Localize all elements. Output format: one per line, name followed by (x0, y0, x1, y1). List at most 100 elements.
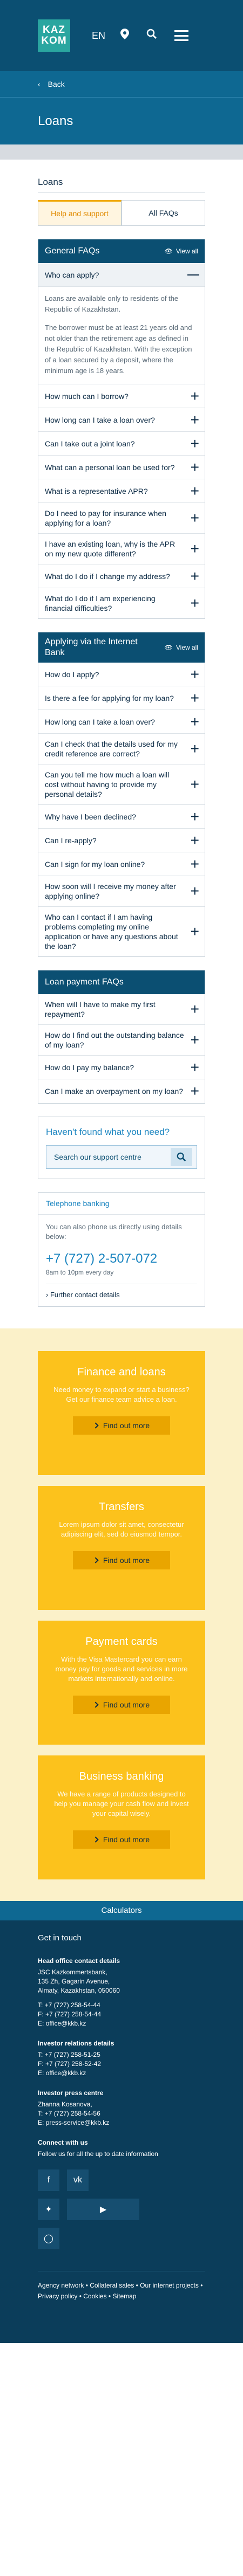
plus-icon[interactable]: + (191, 1084, 199, 1099)
further-contact-link[interactable]: › Further contact details (46, 1284, 197, 1299)
faq-question: Who can apply? (45, 270, 99, 279)
faq-question: How soon will I receive my money after a… (45, 882, 176, 900)
plus-icon[interactable]: + (191, 1059, 199, 1075)
tab-help-support[interactable]: Help and support (38, 200, 122, 226)
plus-icon[interactable]: + (191, 1002, 199, 1017)
faq-item[interactable]: When will I have to make my first repaym… (38, 994, 205, 1025)
faq-item[interactable]: I have an existing loan, why is the APR … (38, 534, 205, 564)
footer-line: Almaty, Kazakhstan, 050060 (38, 1987, 120, 1994)
language-switch[interactable]: EN (92, 30, 105, 42)
instagram-icon[interactable]: ◯ (38, 2228, 59, 2249)
search-support-button[interactable]: Search our support centre (46, 1145, 197, 1169)
plus-icon[interactable]: + (191, 777, 199, 792)
plus-icon[interactable]: + (191, 884, 199, 899)
plus-icon[interactable]: + (191, 388, 199, 403)
faq-item[interactable]: Is there a fee for applying for my loan?… (38, 686, 205, 710)
plus-icon[interactable]: + (191, 436, 199, 451)
footer-line[interactable]: T: +7 (727) 258-51-25 (38, 2050, 205, 2060)
plus-icon[interactable]: + (191, 690, 199, 705)
faq-item[interactable]: Can you tell me how much a loan will cos… (38, 764, 205, 805)
footer-line[interactable]: E: office@kkb.kz (38, 2069, 205, 2078)
plus-icon[interactable]: + (191, 809, 199, 824)
faq-question: How do I pay my balance? (45, 1063, 134, 1072)
plus-icon[interactable]: + (191, 412, 199, 427)
faq-item[interactable]: Can I take out a joint loan? + (38, 432, 205, 456)
view-all-link[interactable]: 👁 View all (165, 247, 198, 255)
plus-icon[interactable]: + (191, 856, 199, 871)
find-out-more-label: Find out more (103, 1556, 150, 1565)
faq-item[interactable]: How long can I take a loan over? + (38, 408, 205, 432)
vk-icon[interactable]: vk (67, 2169, 89, 2191)
plus-icon[interactable]: + (191, 714, 199, 729)
faq-item[interactable]: What is a representative APR? + (38, 479, 205, 503)
footer-line: F: +7 (727) 258-54-44 (38, 2010, 102, 2018)
plus-icon[interactable]: + (191, 596, 199, 611)
general-faq-panel: General FAQs 👁 View all Who can apply? L… (38, 239, 205, 619)
faq-item[interactable]: What do I do if I am experiencing financ… (38, 588, 205, 618)
location-icon[interactable] (117, 29, 132, 43)
faq-question: Can I make an overpayment on my loan? (45, 1087, 184, 1096)
search-icon[interactable] (171, 1148, 192, 1166)
footer-links[interactable]: Agency network • Collateral sales • Our … (38, 2271, 205, 2302)
search-icon[interactable] (144, 29, 159, 43)
faq-item[interactable]: Do I need to pay for insurance when appl… (38, 503, 205, 534)
internet-bank-faq-header: Applying via the Internet Bank 👁 View al… (38, 632, 205, 663)
faq-item[interactable]: What do I do if I change my address? + (38, 564, 205, 588)
faq-item-open[interactable]: Who can apply? (38, 263, 205, 287)
faq-item[interactable]: Why have I been declined? + (38, 805, 205, 829)
view-all-link[interactable]: 👁 View all (165, 644, 198, 651)
footer-line[interactable]: E: office@kkb.kz (38, 2019, 205, 2028)
faq-item[interactable]: What can a personal loan be used for? + (38, 456, 205, 479)
telephone-note: You can also phone us directly using det… (46, 1223, 182, 1241)
faq-item[interactable]: Who can I contact if I am having problem… (38, 907, 205, 956)
footer-line[interactable]: E: press-service@kkb.kz (38, 2118, 205, 2127)
internet-bank-faq-panel: Applying via the Internet Bank 👁 View al… (38, 632, 205, 957)
menu-icon[interactable] (174, 30, 189, 41)
back-link[interactable]: Back (48, 80, 65, 88)
calculators-bar[interactable]: Calculators (0, 1901, 243, 1920)
plus-icon[interactable]: + (191, 741, 199, 756)
minus-icon[interactable] (187, 274, 199, 275)
plus-icon[interactable]: + (191, 924, 199, 939)
faq-item[interactable]: How soon will I receive my money after a… (38, 876, 205, 907)
find-out-more-label: Find out more (103, 1700, 150, 1709)
find-out-more-button[interactable]: Find out more (73, 1830, 170, 1849)
find-out-more-button[interactable]: Find out more (73, 1416, 170, 1435)
faq-item[interactable]: Can I make an overpayment on my loan? + (38, 1079, 205, 1103)
plus-icon[interactable]: + (191, 666, 199, 681)
youtube-icon[interactable]: ▶ (67, 2199, 139, 2220)
internet-bank-faq-title: Applying via the Internet Bank (45, 637, 138, 657)
faq-tabs: Help and support All FAQs (38, 200, 205, 226)
faq-item[interactable]: Can I check that the details used for my… (38, 734, 205, 764)
faq-question: How much can I borrow? (45, 391, 129, 401)
further-contact-label: Further contact details (50, 1291, 120, 1299)
plus-icon[interactable]: + (191, 483, 199, 498)
phone-number[interactable]: +7 (727) 2-507-072 (46, 1251, 197, 1266)
footer-line[interactable]: T: +7 (727) 258-54-44 (38, 2001, 205, 2010)
find-out-more-button[interactable]: Find out more (73, 1551, 170, 1569)
plus-icon[interactable]: + (191, 832, 199, 848)
find-out-more-label: Find out more (103, 1835, 150, 1844)
faq-item[interactable]: How do I find out the outstanding balanc… (38, 1025, 205, 1056)
plus-icon[interactable]: + (191, 459, 199, 474)
plus-icon[interactable]: + (191, 1032, 199, 1048)
faq-item[interactable]: How much can I borrow? + (38, 384, 205, 408)
product-card-business: Business banking We have a range of prod… (38, 1755, 205, 1879)
chevron-left-icon[interactable]: ‹ (38, 80, 40, 88)
product-card-finance: Finance and loans Need money to expand o… (38, 1351, 205, 1475)
facebook-icon[interactable]: f (38, 2169, 59, 2191)
plus-icon[interactable]: + (191, 568, 199, 583)
twitter-icon[interactable]: ✦ (38, 2199, 59, 2220)
faq-item[interactable]: Can I re-apply? + (38, 829, 205, 852)
faq-item[interactable]: How long can I take a loan over? + (38, 710, 205, 734)
tab-all-faqs[interactable]: All FAQs (122, 200, 205, 226)
faq-item[interactable]: Can I sign for my loan online? + (38, 852, 205, 876)
faq-item[interactable]: How do I apply? + (38, 663, 205, 686)
plus-icon[interactable]: + (191, 541, 199, 556)
footer-block-title: Head office contact details (38, 1957, 120, 1965)
find-out-more-button[interactable]: Find out more (73, 1696, 170, 1714)
kazkom-logo[interactable]: KAZ KOM (38, 19, 70, 52)
footer-line[interactable]: T: +7 (727) 258-54-56 (38, 2109, 205, 2118)
plus-icon[interactable]: + (191, 511, 199, 526)
faq-item[interactable]: How do I pay my balance? + (38, 1056, 205, 1079)
